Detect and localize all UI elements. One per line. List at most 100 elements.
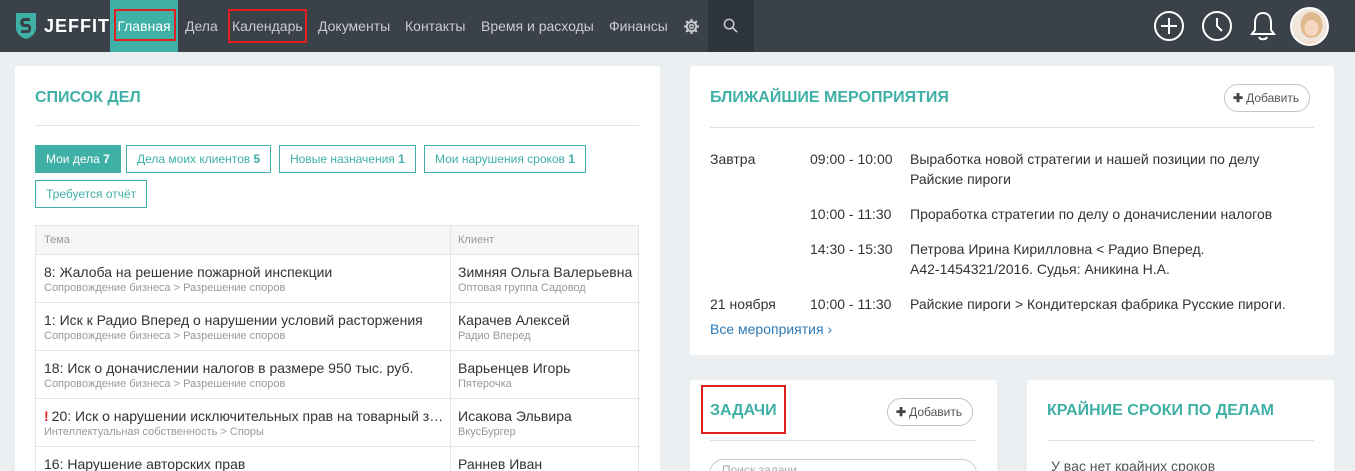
cell-client: Исакова Эльвира ВкусБургер — [450, 399, 636, 446]
event-time: 14:30 - 15:30 — [810, 241, 893, 257]
user-avatar[interactable] — [1290, 7, 1329, 46]
client-name[interactable]: Зимняя Ольга Валерьевна — [458, 264, 636, 280]
nav-finance[interactable]: Финансы — [609, 0, 668, 52]
table-header: Тема Клиент — [36, 226, 638, 254]
event-time: 09:00 - 10:00 — [810, 151, 893, 167]
cell-topic: ! 20: Иск о нарушении исключительных прав… — [36, 399, 448, 446]
event-item[interactable]: Райские пироги > Кондитерская фабрика Ру… — [910, 294, 1310, 311]
table-row[interactable]: 16: Нарушение авторских прав Раннев Иван — [36, 446, 640, 471]
table-row[interactable]: 8: Жалоба на решение пожарной инспекции … — [36, 254, 640, 302]
cell-client: Раннев Иван — [450, 447, 636, 471]
overdue-warning-icon: ! — [44, 408, 49, 424]
event-subtitle: Райские пироги — [910, 171, 1012, 187]
table-row[interactable]: 18: Иск о доначислении налогов в размере… — [36, 350, 640, 398]
case-title[interactable]: 8: Жалоба на решение пожарной инспекции — [44, 264, 448, 280]
event-item[interactable]: Проработка стратегии по делу о доначисле… — [910, 204, 1310, 224]
nav-calendar[interactable]: Календарь — [232, 0, 303, 52]
filter-count: 5 — [253, 152, 261, 166]
gear-icon[interactable] — [684, 19, 699, 34]
search-button[interactable] — [708, 0, 754, 52]
cell-client: Варьенцев Игорь Пятерочка — [450, 351, 636, 398]
table-row[interactable]: ! 20: Иск о нарушении исключительных прав… — [36, 398, 640, 446]
column-header-client[interactable]: Клиент — [450, 226, 494, 254]
event-subtitle: А42-1454321/2016. Судья: Аникина Н.А. — [910, 261, 1170, 277]
user-avatar-image — [1292, 9, 1327, 44]
case-category: Сопровождение бизнеса > Разрешение споро… — [44, 330, 286, 342]
top-navigation-bar: JEFFIT Главная Дела Календарь Документы … — [0, 0, 1355, 52]
nav-time-expenses[interactable]: Время и расходы — [481, 0, 594, 52]
todo-title: ЗАДАЧИ — [710, 402, 777, 419]
plus-icon: ✚ — [896, 405, 907, 419]
logo[interactable]: JEFFIT — [14, 12, 110, 40]
cell-client: Карачев Алексей Радио Вперед — [450, 303, 636, 350]
search-icon — [723, 18, 738, 33]
divider — [710, 127, 1314, 128]
add-event-label: Добавить — [1246, 91, 1300, 105]
client-name[interactable]: Раннев Иван — [458, 456, 636, 471]
bell-icon[interactable] — [1248, 10, 1278, 42]
client-organization: ВкусБургер — [458, 426, 516, 438]
event-day: 21 ноября — [710, 296, 776, 311]
filter-count: 1 — [568, 152, 575, 166]
filter-label: Дела моих клиентов — [137, 152, 251, 166]
client-organization: Пятерочка — [458, 378, 512, 390]
deadlines-empty-text: У вас нет крайних сроков — [1051, 458, 1216, 471]
client-name[interactable]: Варьенцев Игорь — [458, 360, 636, 376]
event-title: Проработка стратегии по делу о доначисле… — [910, 206, 1273, 222]
logo-text: JEFFIT — [44, 15, 111, 36]
case-title-wrapper[interactable]: ! 20: Иск о нарушении исключительных прав… — [44, 408, 448, 424]
add-todo-button[interactable]: ✚ Добавить — [887, 398, 974, 426]
all-events-label: Все мероприятия — [710, 321, 824, 337]
column-header-topic[interactable]: Тема — [36, 226, 70, 254]
all-events-link[interactable]: Все мероприятия › — [710, 321, 832, 337]
cell-topic: 1: Иск к Радио Вперед о нарушении услови… — [36, 303, 448, 350]
event-item[interactable]: Выработка новой стратегии и нашей позици… — [910, 149, 1310, 189]
case-category: Сопровождение бизнеса > Разрешение споро… — [44, 378, 286, 390]
event-title: Петрова Ирина Кирилловна < Радио Вперед. — [910, 241, 1205, 257]
client-organization: Оптовая группа Садовод — [458, 282, 586, 294]
filter-client-cases[interactable]: Дела моих клиентов 5 — [126, 145, 272, 173]
logo-shield-icon — [16, 13, 36, 39]
filter-new-assignments[interactable]: Новые назначения 1 — [279, 145, 416, 173]
event-time: 10:00 - 11:30 — [810, 296, 892, 311]
nav-documents[interactable]: Документы — [318, 0, 390, 52]
cell-topic: 8: Жалоба на решение пожарной инспекции … — [36, 255, 448, 302]
event-title: Райские пироги > Кондитерская фабрика Ру… — [910, 296, 1286, 311]
filter-my-cases[interactable]: Мои дела 7 — [35, 145, 121, 173]
client-name[interactable]: Исакова Эльвира — [458, 408, 636, 424]
event-time: 10:00 - 11:30 — [810, 206, 892, 222]
case-title[interactable]: 18: Иск о доначислении налогов в размере… — [44, 360, 448, 376]
filter-label: Новые назначения — [290, 152, 395, 166]
cell-topic: 18: Иск о доначислении налогов в размере… — [36, 351, 448, 398]
case-title: 20: Иск о нарушении исключительных прав … — [51, 408, 448, 424]
nav-cases[interactable]: Дела — [185, 0, 218, 52]
filter-report-required[interactable]: Требуется отчёт — [35, 180, 148, 208]
event-item[interactable]: Петрова Ирина Кирилловна < Радио Вперед.… — [910, 239, 1310, 279]
table-row[interactable]: 1: Иск к Радио Вперед о нарушении услови… — [36, 302, 640, 350]
client-name[interactable]: Карачев Алексей — [458, 312, 636, 328]
cell-topic: 16: Нарушение авторских прав — [36, 447, 448, 471]
upcoming-events-title: БЛИЖАЙШИЕ МЕРОПРИЯТИЯ — [710, 89, 949, 106]
nav-home[interactable]: Главная — [110, 0, 178, 52]
filter-label: Мои нарушения сроков — [435, 152, 565, 166]
chevron-right-icon: › — [827, 321, 833, 337]
event-day: Завтра — [710, 151, 756, 167]
filter-my-deadline-violations[interactable]: Мои нарушения сроков 1 — [424, 145, 586, 173]
divider — [1047, 440, 1314, 441]
add-todo-label: Добавить — [909, 405, 963, 419]
filter-count: 7 — [103, 152, 110, 166]
divider — [710, 440, 977, 441]
case-title[interactable]: 16: Нарушение авторских прав — [44, 456, 448, 471]
nav-contacts[interactable]: Контакты — [405, 0, 465, 52]
events-list: Завтра 09:00 - 10:00 Выработка новой стр… — [690, 140, 1334, 311]
add-circle-icon[interactable] — [1153, 10, 1185, 42]
task-search-input[interactable]: Поиск задачи — [709, 459, 977, 471]
clock-icon[interactable] — [1201, 10, 1233, 42]
case-title[interactable]: 1: Иск к Радио Вперед о нарушении услови… — [44, 312, 448, 328]
cell-client: Зимняя Ольга Валерьевна Оптовая группа С… — [450, 255, 636, 302]
divider — [35, 125, 639, 126]
cases-table: Тема Клиент 8: Жалоба на решение пожарно… — [35, 225, 640, 471]
add-event-button[interactable]: ✚ Добавить — [1224, 84, 1311, 112]
filter-count: 1 — [398, 152, 405, 166]
cases-list-title: СПИСОК ДЕЛ — [35, 89, 141, 106]
